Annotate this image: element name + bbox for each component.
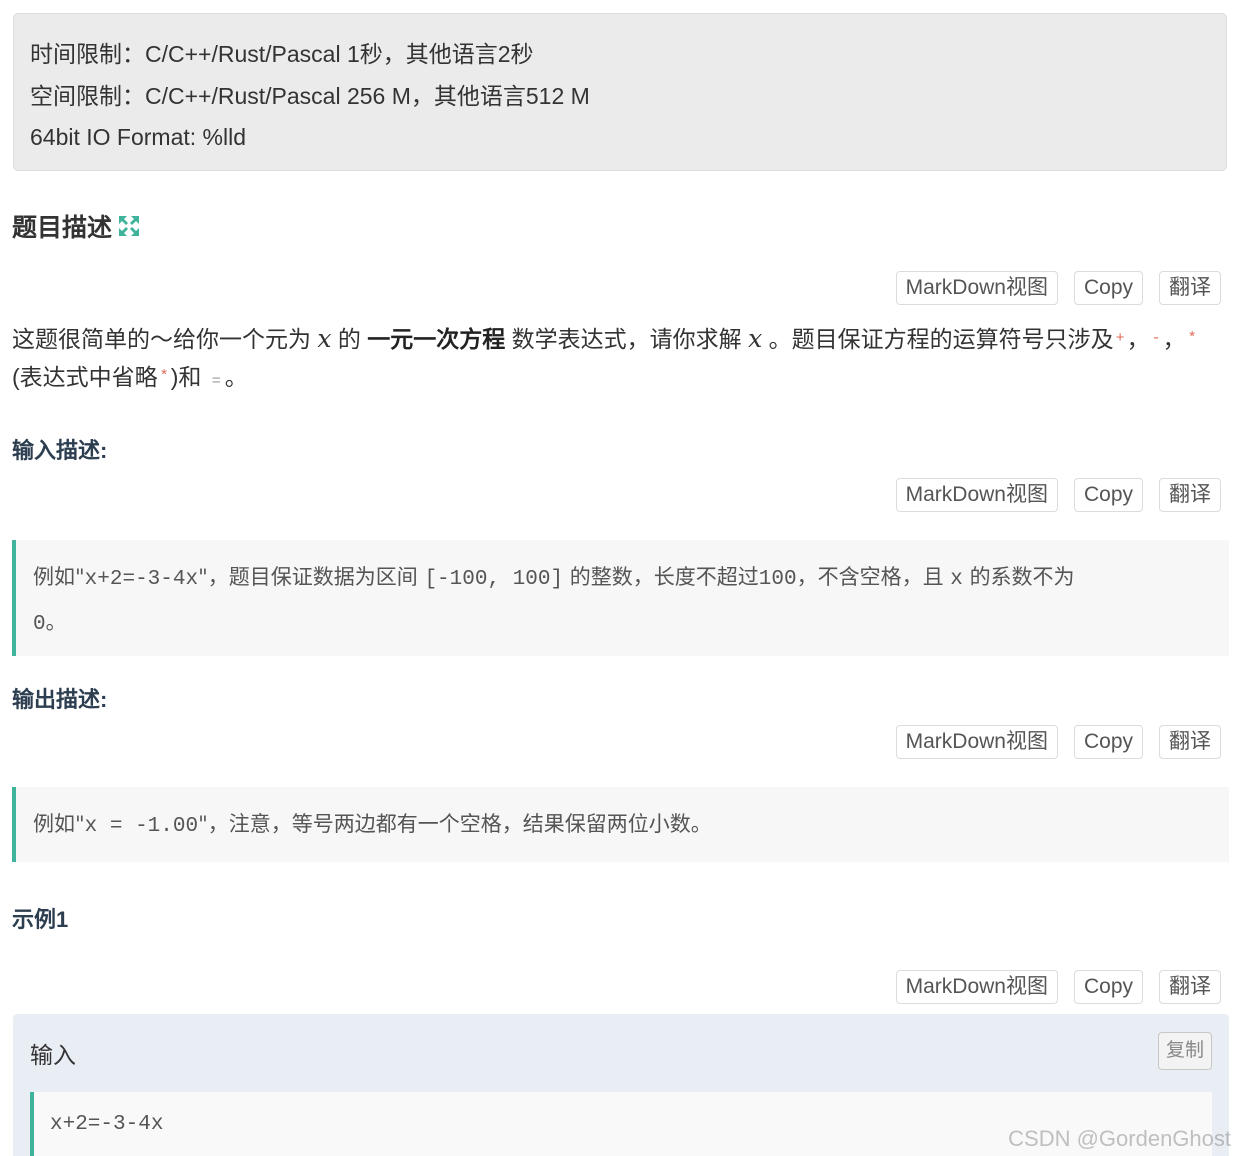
operator-star: * — [159, 368, 169, 385]
desc-text: )和 — [170, 364, 202, 390]
limits-panel: 时间限制：C/C++/Rust/Pascal 1秒，其他语言2秒 空间限制：C/… — [13, 13, 1227, 171]
translate-button[interactable]: 翻译 — [1159, 478, 1221, 512]
output-description-title: 输出描述: — [12, 687, 108, 712]
space-limit: 空间限制：C/C++/Rust/Pascal 256 M，其他语言512 M — [30, 82, 590, 109]
code-text: x+2=-3-4x — [84, 568, 199, 591]
desc-text: 数学表达式，请你求解 — [511, 326, 742, 352]
copy-button[interactable]: Copy — [1073, 478, 1143, 512]
input-description-title: 输入描述: — [12, 438, 108, 463]
comma: ， — [1126, 326, 1150, 352]
comma: ， — [1162, 326, 1186, 352]
code-text: x = -1.00 — [84, 815, 199, 838]
copy-button[interactable]: Copy — [1073, 271, 1143, 305]
quote-text: 例如" — [33, 565, 85, 589]
example-input-label: 输入 — [30, 1042, 76, 1068]
code-text: x — [950, 568, 963, 591]
operator-minus: - — [1151, 330, 1161, 347]
copy-button[interactable]: Copy — [1073, 970, 1143, 1004]
io-format: 64bit IO Format: %lld — [30, 124, 247, 150]
quote-text: 。 — [45, 610, 67, 634]
markdown-view-button[interactable]: MarkDown视图 — [895, 725, 1058, 759]
math-variable: x — [317, 324, 332, 353]
desc-bold: 一元一次方程 — [367, 326, 506, 352]
desc-text: 。 — [224, 364, 248, 390]
toolbar-input: MarkDown视图 Copy 翻译 — [895, 478, 1221, 512]
toolbar-output: MarkDown视图 Copy 翻译 — [895, 725, 1221, 759]
expand-icon[interactable] — [118, 215, 140, 237]
quote-text: "，注意，等号两边都有一个空格，结果保留两位小数。 — [198, 812, 712, 836]
desc-text: 。题目保证方程的运算符号只涉及 — [768, 326, 1114, 352]
quote-text: 例如" — [33, 812, 85, 836]
quote-text: "，题目保证数据为区间 — [198, 565, 418, 589]
output-description: 例如"x = -1.00"，注意，等号两边都有一个空格，结果保留两位小数。 — [12, 787, 1229, 862]
translate-button[interactable]: 翻译 — [1159, 271, 1221, 305]
code-text: 100 — [758, 568, 797, 591]
desc-text: 的 — [337, 326, 361, 352]
input-description: 例如"x+2=-3-4x"，题目保证数据为区间 [-100, 100] 的整数，… — [12, 540, 1229, 656]
operator-equals: = — [211, 373, 221, 390]
time-limit: 时间限制：C/C++/Rust/Pascal 1秒，其他语言2秒 — [30, 41, 534, 67]
quote-text: 的系数不为 — [969, 565, 1075, 589]
quote-text: 的整数，长度不超过 — [569, 565, 759, 589]
translate-button[interactable]: 翻译 — [1159, 725, 1221, 759]
toolbar-description: MarkDown视图 Copy 翻译 — [895, 271, 1221, 305]
example-title: 示例1 — [12, 907, 69, 932]
markdown-view-button[interactable]: MarkDown视图 — [895, 271, 1058, 305]
watermark: CSDN @GordenGhost — [1008, 1126, 1231, 1151]
code-text: [-100, 100] — [424, 568, 564, 591]
markdown-view-button[interactable]: MarkDown视图 — [895, 970, 1058, 1004]
problem-title: 题目描述 — [12, 208, 140, 244]
desc-text: 这题很简单的～给你一个元为 — [12, 326, 311, 352]
markdown-view-button[interactable]: MarkDown视图 — [895, 478, 1058, 512]
math-variable: x — [748, 324, 763, 353]
operator-plus: + — [1115, 330, 1125, 347]
problem-title-text: 题目描述 — [12, 214, 113, 242]
quote-text: ，不含空格，且 — [796, 565, 944, 589]
operator-star: * — [1187, 330, 1197, 347]
code-text: 0 — [33, 613, 46, 636]
copy-input-button[interactable]: 复制 — [1158, 1032, 1212, 1070]
toolbar-example: MarkDown视图 Copy 翻译 — [895, 970, 1221, 1004]
copy-button[interactable]: Copy — [1073, 725, 1143, 759]
desc-text: (表达式中省略 — [12, 364, 158, 390]
problem-description: 这题很简单的～给你一个元为 x 的 一元一次方程 数学表达式，请你求解 x 。题… — [12, 320, 1212, 401]
translate-button[interactable]: 翻译 — [1159, 970, 1221, 1004]
